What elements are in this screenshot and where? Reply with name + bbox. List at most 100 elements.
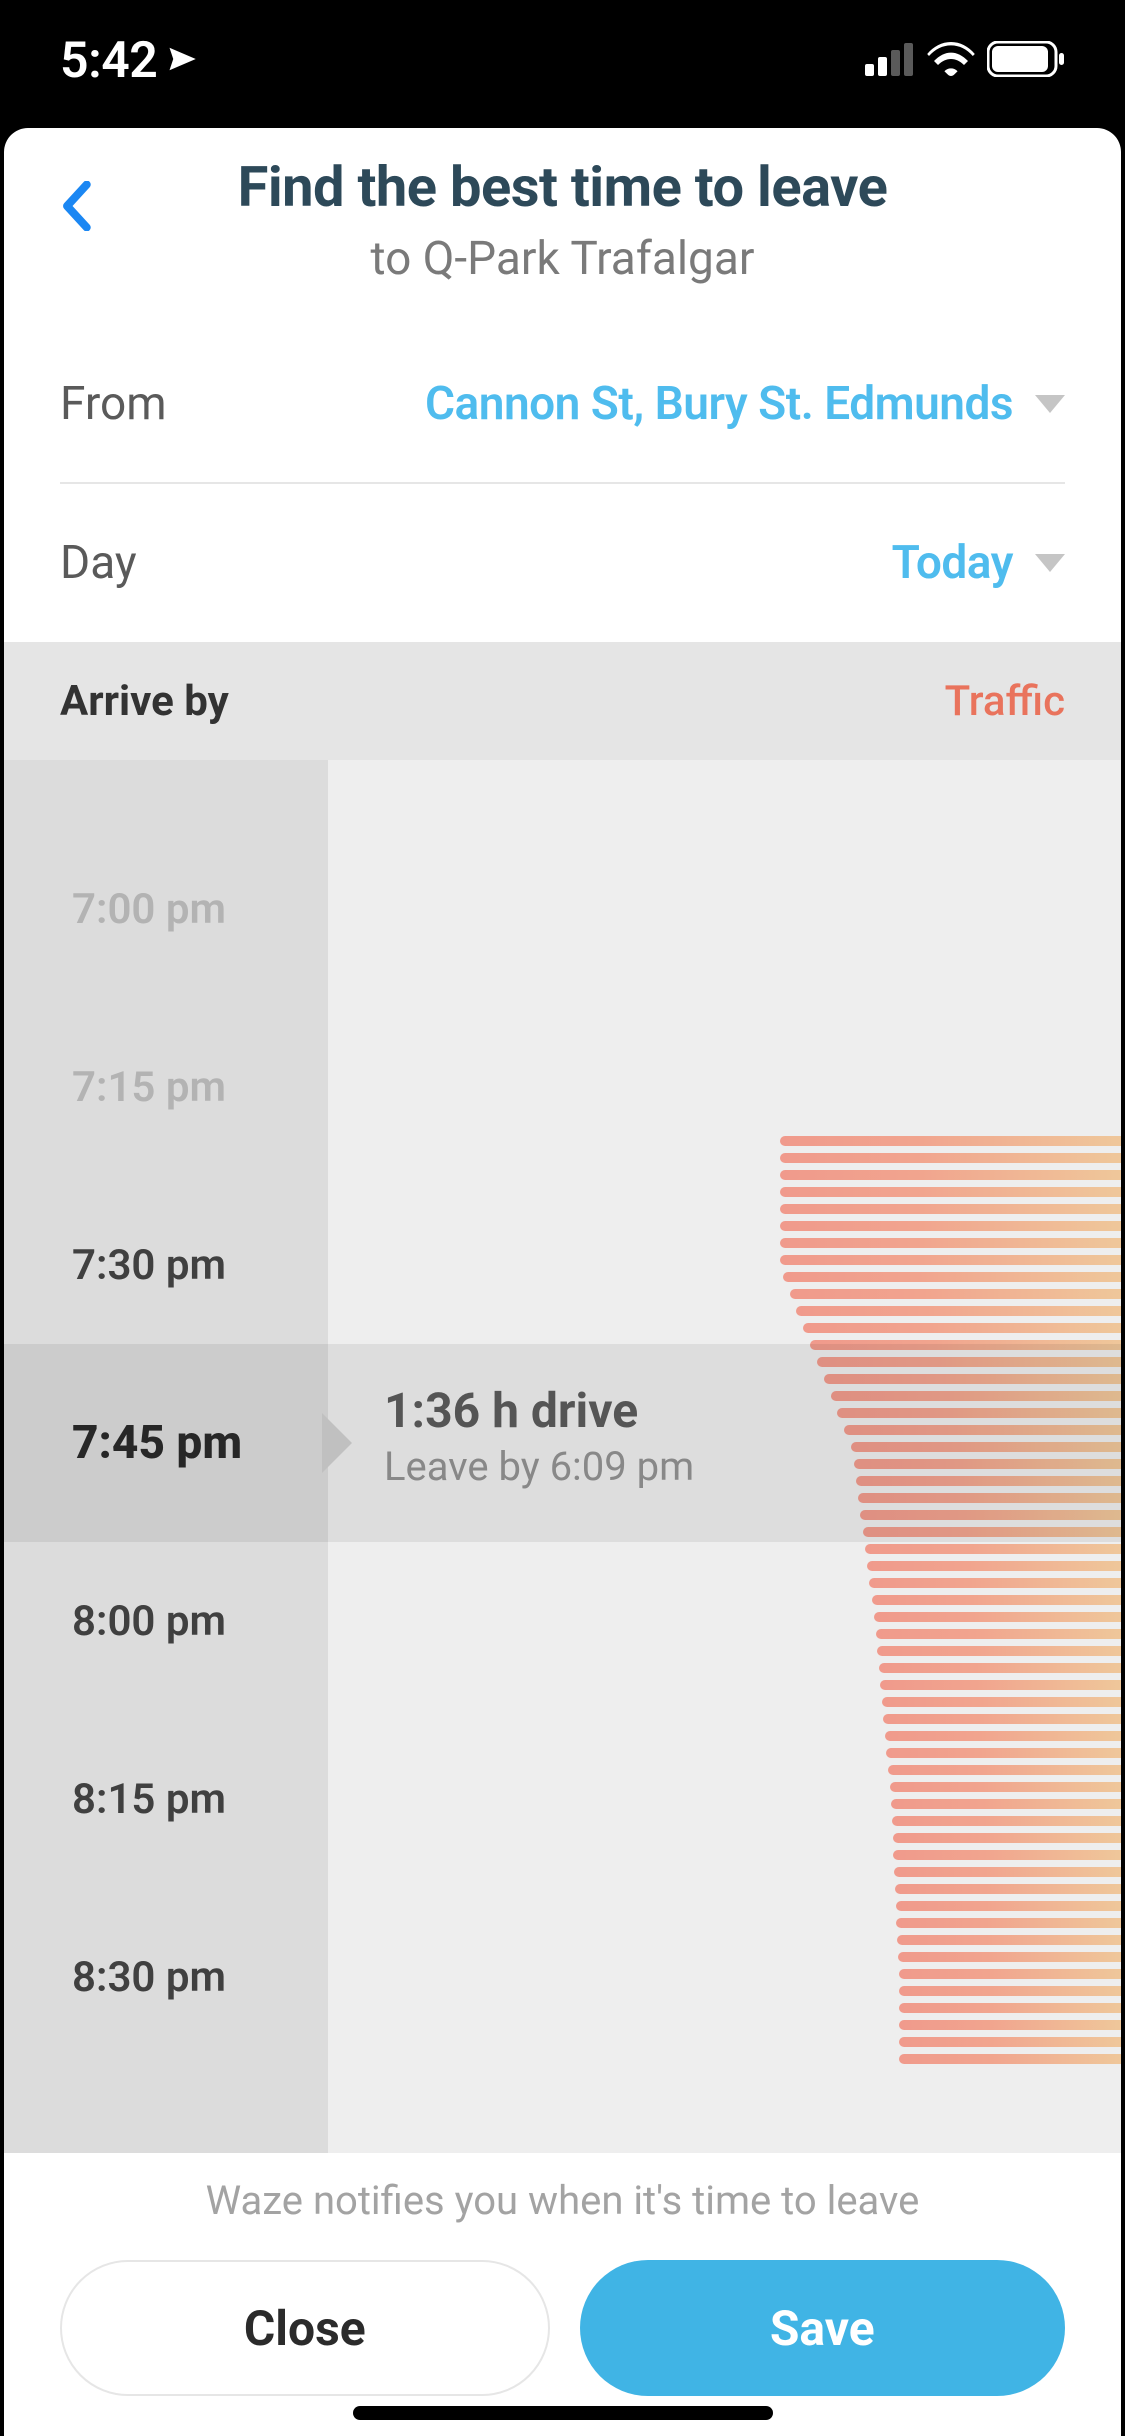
- traffic-bar: [858, 1493, 1121, 1503]
- traffic-bar: [844, 1425, 1121, 1435]
- traffic-bar: [874, 1612, 1121, 1622]
- graph-header: Arrive by Traffic: [4, 642, 1121, 760]
- traffic-bar: [899, 2054, 1121, 2064]
- status-left: 5:42: [60, 32, 197, 90]
- traffic-bar: [863, 1527, 1121, 1537]
- selectors: From Cannon St, Bury St. Edmunds Day Tod…: [4, 296, 1121, 642]
- traffic-bar: [865, 1544, 1121, 1554]
- page-title: Find the best time to leave: [60, 154, 1065, 220]
- time-slot[interactable]: 8:15 pm: [4, 1710, 328, 1888]
- traffic-bar: [898, 1952, 1121, 1962]
- traffic-bar: [780, 1204, 1121, 1214]
- traffic-bar: [817, 1357, 1121, 1367]
- traffic-bar: [790, 1289, 1121, 1299]
- wifi-icon: [927, 42, 975, 80]
- traffic-bar: [879, 1663, 1121, 1673]
- time-slot[interactable]: 7:30 pm: [4, 1176, 328, 1354]
- traffic-bar: [867, 1561, 1121, 1571]
- back-button[interactable]: [46, 176, 106, 236]
- time-slot[interactable]: 7:15 pm: [4, 998, 328, 1176]
- traffic-bar: [888, 1765, 1121, 1775]
- traffic-bar: [851, 1442, 1121, 1452]
- traffic-bar: [837, 1408, 1121, 1418]
- traffic-bar: [899, 1969, 1121, 1979]
- traffic-bar: [893, 1850, 1121, 1860]
- time-slot[interactable]: 8:30 pm: [4, 1888, 328, 2066]
- traffic-label: Traffic: [945, 677, 1065, 726]
- traffic-bar: [893, 1833, 1121, 1843]
- pointer-icon: [322, 1413, 352, 1473]
- chart-column: 1:36 h drive Leave by 6:09 pm: [328, 760, 1121, 2153]
- traffic-bar: [880, 1680, 1121, 1690]
- graph-body[interactable]: 7:00 pm7:15 pm7:30 pm7:45 pm8:00 pm8:15 …: [4, 760, 1121, 2153]
- traffic-bar: [883, 1714, 1121, 1724]
- time-slot[interactable]: 7:45 pm: [4, 1354, 328, 1532]
- traffic-bar: [780, 1238, 1121, 1248]
- battery-icon: [987, 41, 1065, 81]
- save-button[interactable]: Save: [580, 2260, 1066, 2396]
- traffic-bar: [899, 2020, 1121, 2030]
- traffic-bar: [886, 1748, 1121, 1758]
- traffic-bar: [869, 1578, 1121, 1588]
- chevron-down-icon: [1035, 554, 1065, 572]
- time-slot[interactable]: 8:00 pm: [4, 1532, 328, 1710]
- traffic-bar: [780, 1187, 1121, 1197]
- traffic-bar: [780, 1136, 1121, 1146]
- traffic-bar: [876, 1629, 1121, 1639]
- day-label: Day: [60, 536, 137, 590]
- traffic-bar: [885, 1731, 1121, 1741]
- from-value: Cannon St, Bury St. Edmunds: [425, 377, 1013, 431]
- traffic-bar: [856, 1476, 1121, 1486]
- traffic-bar: [831, 1391, 1121, 1401]
- day-selector[interactable]: Day Today: [60, 484, 1065, 642]
- status-time: 5:42: [60, 32, 157, 90]
- traffic-bar: [892, 1816, 1121, 1826]
- traffic-bar: [896, 1901, 1121, 1911]
- footer-note: Waze notifies you when it's time to leav…: [60, 2177, 1065, 2224]
- drive-info: 1:36 h drive Leave by 6:09 pm: [384, 1382, 694, 1490]
- traffic-bar: [780, 1170, 1121, 1180]
- traffic-bar: [882, 1697, 1121, 1707]
- traffic-bar: [780, 1221, 1121, 1231]
- traffic-bar: [899, 2037, 1121, 2047]
- traffic-bar: [890, 1782, 1121, 1792]
- from-label: From: [60, 377, 167, 431]
- main-panel: Find the best time to leave to Q-Park Tr…: [4, 128, 1121, 2436]
- footer: Waze notifies you when it's time to leav…: [4, 2153, 1121, 2436]
- traffic-graph: Arrive by Traffic 7:00 pm7:15 pm7:30 pm7…: [4, 642, 1121, 2153]
- traffic-bar: [897, 1935, 1121, 1945]
- chevron-left-icon: [61, 181, 91, 231]
- traffic-bar: [860, 1510, 1121, 1520]
- leave-by: Leave by 6:09 pm: [384, 1443, 694, 1490]
- location-icon: [167, 44, 197, 78]
- traffic-bar: [783, 1272, 1121, 1282]
- traffic-bar: [803, 1323, 1121, 1333]
- traffic-bar: [894, 1867, 1121, 1877]
- chevron-down-icon: [1035, 395, 1065, 413]
- day-value: Today: [892, 536, 1013, 590]
- page-subtitle: to Q-Park Trafalgar: [60, 232, 1065, 286]
- home-indicator: [353, 2406, 773, 2420]
- traffic-bar: [824, 1374, 1121, 1384]
- header: Find the best time to leave to Q-Park Tr…: [4, 128, 1121, 296]
- traffic-bar: [899, 2003, 1121, 2013]
- traffic-bar: [896, 1918, 1121, 1928]
- status-bar: 5:42: [0, 0, 1125, 132]
- arrive-by-label: Arrive by: [60, 677, 229, 726]
- traffic-bar: [854, 1459, 1121, 1469]
- traffic-bar: [891, 1799, 1121, 1809]
- from-selector[interactable]: From Cannon St, Bury St. Edmunds: [60, 326, 1065, 484]
- close-button[interactable]: Close: [60, 2260, 550, 2396]
- traffic-bar: [780, 1153, 1121, 1163]
- times-column[interactable]: 7:00 pm7:15 pm7:30 pm7:45 pm8:00 pm8:15 …: [4, 760, 328, 2153]
- traffic-bar: [810, 1340, 1121, 1350]
- cellular-icon: [865, 42, 915, 80]
- traffic-bar: [780, 1255, 1121, 1265]
- traffic-bar: [899, 1986, 1121, 1996]
- traffic-bar: [877, 1646, 1121, 1656]
- traffic-bar: [872, 1595, 1121, 1605]
- drive-duration: 1:36 h drive: [384, 1382, 694, 1439]
- traffic-bar: [796, 1306, 1121, 1316]
- time-slot[interactable]: 7:00 pm: [4, 820, 328, 998]
- status-right: [865, 41, 1065, 81]
